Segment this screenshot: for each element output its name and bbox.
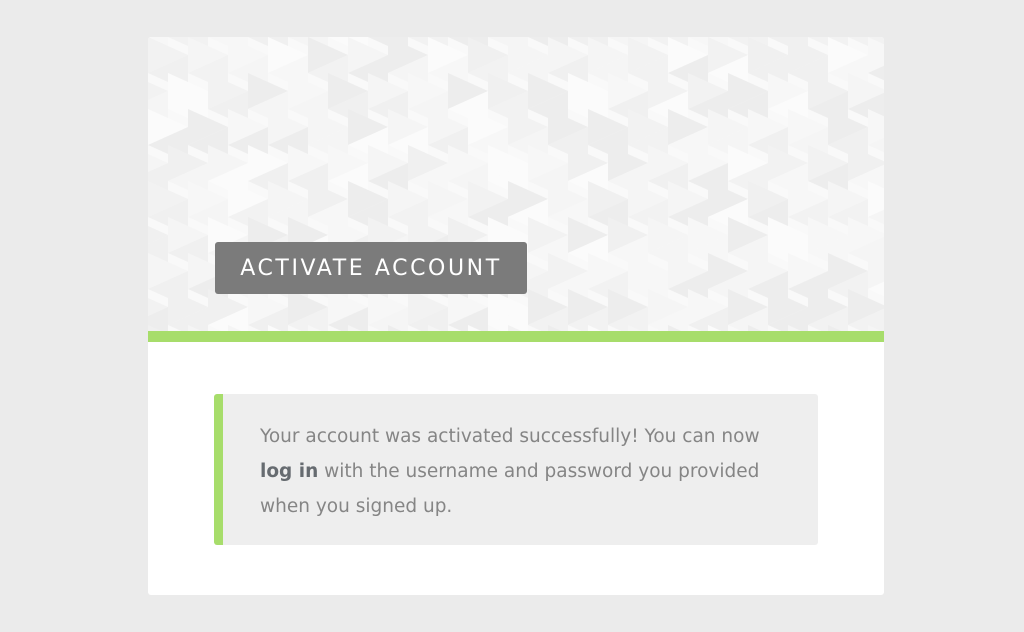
notice-message: Your account was activated successfully!… (260, 419, 778, 524)
page-title: ACTIVATE ACCOUNT (240, 255, 502, 281)
page-title-box: ACTIVATE ACCOUNT (215, 242, 527, 294)
login-link[interactable]: log in (260, 461, 318, 482)
notice-text-after: with the username and password you provi… (260, 461, 760, 517)
header-banner: ACTIVATE ACCOUNT (148, 37, 884, 331)
accent-divider (148, 331, 884, 342)
success-notice: Your account was activated successfully!… (214, 394, 818, 545)
activation-card: ACTIVATE ACCOUNT Your account was activa… (148, 37, 884, 595)
notice-text-before: Your account was activated successfully!… (260, 426, 760, 447)
